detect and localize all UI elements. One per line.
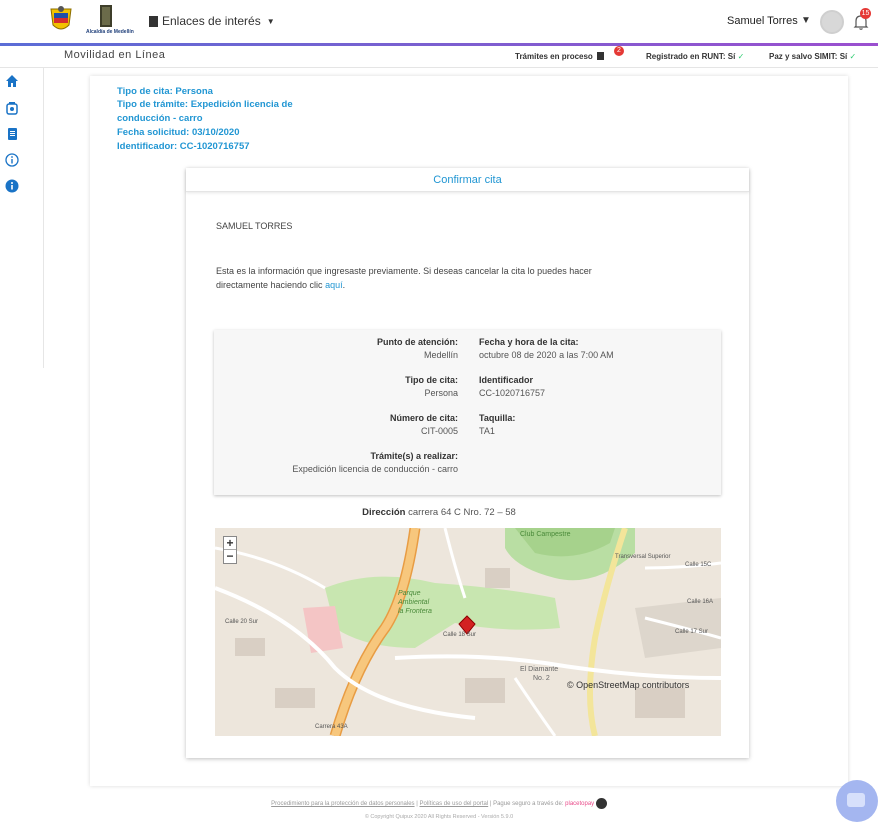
info-tipo-tramite: Tipo de trámite: Expedición licencia de — [117, 99, 293, 110]
address-value: carrera 64 C Nro. 72 – 58 — [408, 507, 516, 518]
map-zoom-out-button[interactable]: − — [224, 550, 236, 563]
tramites-badge: 2 — [614, 46, 624, 56]
footer-separator: | — [416, 801, 418, 808]
info-fecha-solicitud: Fecha solicitud: 03/10/2020 — [117, 127, 240, 138]
sub-header: Movilidad en Línea Trámites en proceso 2… — [0, 46, 878, 68]
copyright: © Copyright Quipux 2020 All Rights Reser… — [364, 814, 514, 820]
map-label-carrera43a: Carrera 43A — [315, 724, 348, 730]
fecha-label: Fecha y hora de la cita: — [479, 337, 579, 347]
map-label-parque-1: Parque — [398, 590, 421, 597]
appointment-details: Punto de atención: Medellín Fecha y hora… — [214, 330, 721, 495]
numero-value: CIT-0005 — [420, 426, 458, 436]
info-tipo-cita: Tipo de cita: Persona — [117, 86, 213, 97]
check-icon: ✓ — [737, 52, 745, 61]
footer-separator: | — [489, 801, 492, 808]
map-label-transversal: Transversal Superior — [615, 554, 670, 560]
runt-status-text: Registrado en RUNT: Sí — [646, 52, 736, 61]
pay-label: Pague seguro a través de: — [493, 801, 564, 808]
info-icon[interactable] — [5, 153, 19, 167]
tramites-en-proceso-link[interactable]: Trámites en proceso — [515, 52, 605, 61]
terms-link[interactable]: Políticas de uso del portal — [419, 801, 488, 807]
location-map[interactable]: Club Campestre Parque Ambiental la Front… — [215, 528, 721, 736]
chat-bot-icon — [847, 793, 865, 807]
help-icon[interactable] — [5, 179, 19, 193]
tipo-label: Tipo de cita: — [405, 375, 458, 385]
caret-down-icon: ▼ — [266, 16, 275, 26]
simit-status-text: Paz y salvo SIMIT: Sí — [769, 52, 848, 61]
cancel-instructions-line2: directamente haciendo clic — [216, 280, 323, 290]
map-label-calle18: Calle 18 Sur — [443, 632, 476, 638]
cancel-link[interactable]: aquí — [325, 280, 343, 290]
alcaldia-medellin-logo: Alcaldía de Medellín — [86, 3, 134, 39]
tramite-value: Expedición licencia de conducción - carr… — [292, 464, 458, 474]
simit-status: Paz y salvo SIMIT: Sí ✓ — [769, 52, 856, 61]
map-label-calle20: Calle 20 Sur — [225, 619, 258, 625]
ident-label: Identificador — [479, 375, 534, 385]
sidebar — [0, 68, 44, 368]
colombia-coat-of-arms-logo — [47, 5, 75, 35]
punto-label: Punto de atención: — [377, 337, 458, 347]
footer-links: Procedimiento para la protección de dato… — [0, 798, 878, 809]
top-header: Alcaldía de Medellín Enlaces de interés … — [0, 0, 878, 46]
fecha-value: octubre 08 de 2020 a las 7:00 AM — [479, 350, 614, 360]
address-label: Dirección — [362, 507, 406, 518]
building-icon — [149, 15, 158, 27]
caret-down-icon[interactable]: ▼ — [801, 15, 811, 26]
cancel-instructions-line1: Esta es la información que ingresaste pr… — [216, 266, 592, 276]
taquilla-label: Taquilla: — [479, 413, 516, 423]
numero-label: Número de cita: — [389, 413, 458, 423]
info-tipo-tramite-cont: conducción - carro — [117, 113, 203, 124]
cancel-instructions: Esta es la información que ingresaste pr… — [216, 266, 592, 290]
map-label-calle16: Calle 16A — [687, 599, 713, 605]
enlaces-interes-label: Enlaces de interés — [162, 14, 261, 28]
map-label-diamante-1: El Diamante — [520, 666, 558, 673]
tramites-label: Trámites en proceso — [515, 52, 593, 61]
user-name-menu[interactable]: Samuel Torres — [727, 15, 798, 27]
info-identificador: Identificador: CC-1020716757 — [117, 141, 250, 152]
map-zoom-control: + − — [223, 536, 237, 564]
punto-value: Medellín — [423, 350, 458, 360]
home-icon[interactable] — [5, 74, 19, 88]
map-label-diamante-2: No. 2 — [533, 675, 550, 682]
map-attribution[interactable]: © OpenStreetMap contributors — [567, 680, 689, 690]
map-label-parque-3: la Frontera — [398, 608, 432, 615]
vehicle-icon[interactable] — [5, 101, 19, 115]
document-stack-icon — [597, 52, 605, 60]
map-label-parque-2: Ambiental — [397, 599, 430, 606]
avatar[interactable] — [820, 10, 844, 34]
check-icon: ✓ — [849, 52, 857, 61]
map-label-club: Club Campestre — [520, 531, 571, 538]
map-label-calle15c: Calle 15C — [685, 562, 712, 568]
tramite-label: Trámite(s) a realizar: — [370, 451, 458, 461]
map-label-calle17: Calle 17 Sur — [675, 629, 708, 635]
tipo-value: Persona — [424, 388, 458, 398]
user-full-name: SAMUEL TORRES — [216, 221, 293, 231]
payment-badge-icon — [595, 798, 607, 809]
notifications-badge: 15 — [860, 8, 871, 19]
privacy-link[interactable]: Procedimiento para la protección de dato… — [271, 801, 414, 807]
app-title: Movilidad en Línea — [64, 49, 166, 61]
chat-bot-button[interactable] — [836, 780, 878, 822]
runt-status: Registrado en RUNT: Sí ✓ — [646, 52, 744, 61]
document-icon[interactable] — [5, 127, 19, 141]
ident-value: CC-1020716757 — [479, 388, 546, 398]
enlaces-interes-dropdown[interactable]: Enlaces de interés ▼ — [149, 14, 275, 28]
confirm-title: Confirmar cita — [186, 168, 749, 192]
placetopay-logo: placetopay — [565, 801, 595, 808]
address-line: Dirección carrera 64 C Nro. 72 – 58 — [0, 507, 878, 518]
taquilla-value: TA1 — [479, 426, 495, 436]
